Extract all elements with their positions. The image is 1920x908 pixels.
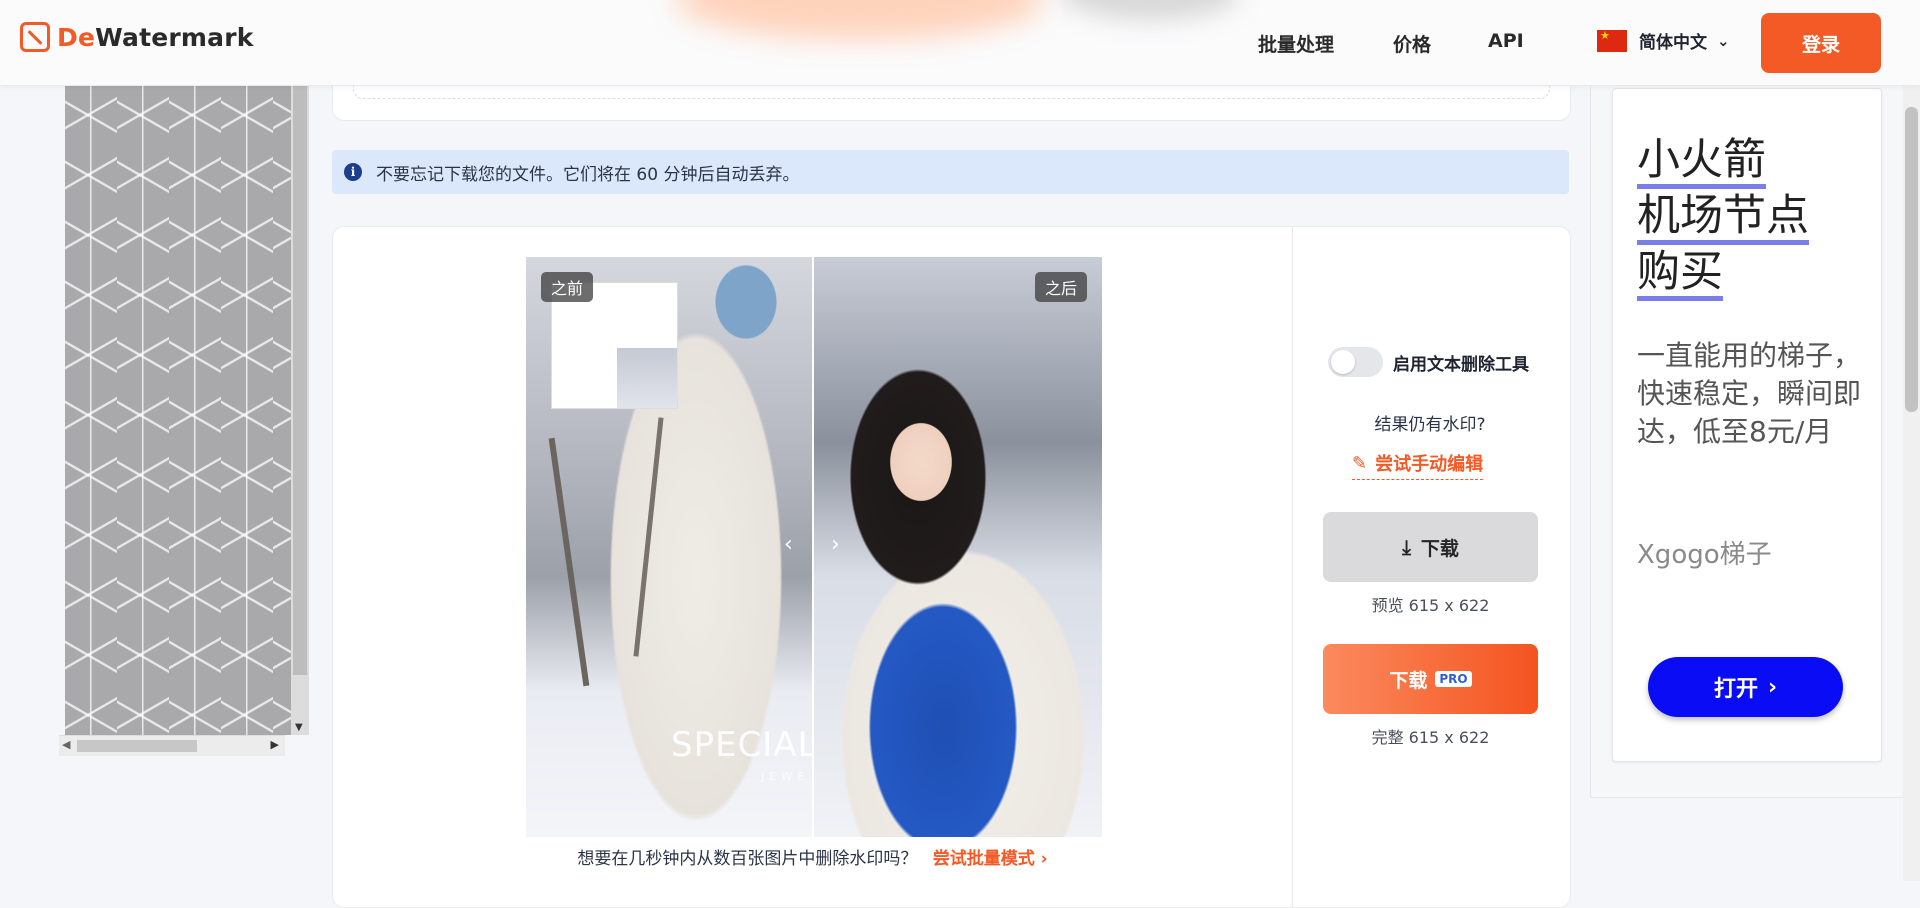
logo-de: De	[57, 22, 96, 52]
language-label: 简体中文	[1639, 33, 1707, 53]
logo-text: DeWatermark	[57, 23, 254, 52]
ad-vertical-scrollbar[interactable]: ▼	[291, 85, 309, 735]
download-icon: ⤓	[1402, 535, 1411, 559]
batch-mode-link[interactable]: 尝试批量模式 ›	[933, 849, 1048, 869]
batch-cta: 想要在几秒钟内从数百张图片中删除水印吗？ 尝试批量模式 ›	[333, 844, 1292, 869]
full-size: 完整 615 x 622	[1371, 728, 1490, 747]
tree	[548, 437, 590, 687]
ad-title-line: 机场节点	[1637, 192, 1809, 245]
text-removal-toggle[interactable]	[1328, 347, 1383, 377]
language-selector[interactable]: 简体中文 ⌄	[1597, 28, 1730, 53]
download-preview-button[interactable]: ⤓ 下载	[1323, 512, 1538, 582]
after-image	[813, 257, 1102, 837]
download-label: 下载	[1420, 537, 1459, 560]
ad-title: 小火箭 机场节点 购买	[1637, 133, 1809, 301]
logo-watermark: Watermark	[95, 22, 254, 52]
chevron-right-icon: ›	[1040, 849, 1048, 869]
ad-open-label: 打开	[1713, 677, 1758, 702]
before-badge: 之前	[541, 272, 594, 302]
ad-pattern-image	[65, 85, 291, 735]
compare-slider-handle[interactable]	[812, 257, 814, 837]
nav-api[interactable]: API	[1488, 30, 1524, 52]
download-pro-label: 下载	[1389, 669, 1428, 692]
notice-text: 不要忘记下载您的文件。它们将在 60 分钟后自动丢弃。	[376, 164, 800, 185]
watermark-subtext: JEWE	[761, 770, 810, 783]
scroll-left-arrow-icon[interactable]: ◀	[62, 738, 70, 751]
manual-edit-link[interactable]: ✎ 尝试手动编辑	[1352, 450, 1484, 480]
before-image: SPECIALC JEWE	[526, 257, 841, 837]
chevron-right-icon[interactable]: ›	[831, 532, 840, 557]
tree	[633, 417, 664, 657]
batch-mode-link-label: 尝试批量模式	[932, 849, 1035, 869]
chevron-right-icon: ›	[1767, 674, 1778, 700]
scrollbar-thumb[interactable]	[77, 740, 197, 752]
eraser-icon: ✎	[1352, 452, 1368, 474]
info-icon: i	[344, 163, 362, 181]
header-decor	[675, 0, 1045, 40]
scroll-down-arrow-icon[interactable]: ▼	[295, 722, 303, 733]
page-scrollbar[interactable]	[1903, 85, 1920, 881]
ad-title-line: 小火箭	[1637, 136, 1766, 189]
after-badge: 之后	[1034, 272, 1087, 302]
chevron-left-icon[interactable]: ‹	[784, 532, 793, 557]
toggle-knob	[1331, 350, 1355, 374]
top-header: DeWatermark 批量处理 价格 API 简体中文 ⌄ 登录	[0, 0, 1920, 86]
before-after-compare[interactable]: SPECIALC JEWE ‹ › 之前 之后	[526, 257, 1102, 837]
logo-icon	[20, 22, 50, 52]
watermark-question: 结果仍有水印?	[1374, 415, 1486, 435]
ad-open-button[interactable]: 打开 ›	[1648, 657, 1843, 717]
chevron-down-icon: ⌄	[1717, 31, 1730, 50]
scrollbar-thumb[interactable]	[293, 85, 307, 675]
magnifier-corner	[617, 348, 677, 408]
header-decor	[1060, 0, 1240, 20]
ad-horizontal-scrollbar[interactable]: ◀ ▶	[59, 735, 285, 756]
ad-body: 一直能用的梯子，快速稳定，瞬间即达，低至8元/月	[1637, 339, 1862, 448]
nav-batch[interactable]: 批量处理	[1258, 30, 1334, 57]
login-button[interactable]: 登录	[1761, 13, 1881, 73]
page-scrollbar-thumb[interactable]	[1905, 107, 1918, 412]
panel-divider	[1292, 227, 1293, 907]
text-removal-toggle-row: 启用文本删除工具	[1328, 347, 1529, 377]
preview-size: 预览 615 x 622	[1371, 596, 1490, 615]
nav-pricing[interactable]: 价格	[1393, 30, 1431, 57]
scroll-right-arrow-icon[interactable]: ▶	[271, 738, 279, 751]
left-ad-frame: ▼ ◀ ▶	[55, 85, 309, 756]
toggle-label: 启用文本删除工具	[1393, 354, 1529, 375]
ad-title-line: 购买	[1637, 248, 1723, 301]
download-full-button[interactable]: 下载 PRO	[1323, 644, 1538, 714]
batch-cta-text: 想要在几秒钟内从数百张图片中删除水印吗？	[577, 849, 918, 869]
right-ad-card[interactable]: 小火箭 机场节点 购买 一直能用的梯子，快速稳定，瞬间即达，低至8元/月 Xgo…	[1612, 88, 1882, 762]
logo[interactable]: DeWatermark	[20, 22, 254, 52]
notice-banner: i 不要忘记下载您的文件。它们将在 60 分钟后自动丢弃。	[332, 150, 1569, 194]
pro-badge: PRO	[1435, 671, 1472, 687]
ad-brand: Xgogo梯子	[1637, 540, 1772, 570]
manual-edit-label: 尝试手动编辑	[1375, 454, 1484, 475]
china-flag-icon	[1597, 29, 1627, 52]
